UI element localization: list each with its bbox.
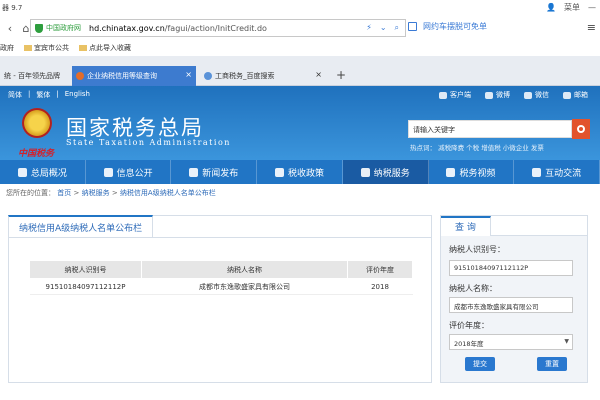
promo-link[interactable]: 网约车摆脱可免单 [408, 21, 487, 32]
breadcrumb: 您所在的位置： 首页 > 纳税服务 > 纳税信用A级纳税人名单公布栏 [6, 189, 216, 197]
nav-item-video[interactable]: 税务视频 [429, 160, 515, 184]
new-tab-button[interactable]: + [336, 68, 346, 82]
favicon-icon [76, 72, 84, 80]
news-icon [189, 167, 199, 177]
dropdown-icon[interactable]: ⌄ [380, 23, 387, 33]
close-tab-icon[interactable]: × [315, 70, 322, 79]
crumb-home[interactable]: 首页 [57, 189, 71, 197]
user-icon[interactable]: 👤 [546, 3, 556, 12]
weibo-link[interactable]: 微博 [485, 90, 510, 100]
link-simplified[interactable]: 简体 [8, 90, 22, 100]
close-tab-icon[interactable]: × [185, 70, 192, 79]
id-input[interactable]: 91510184097112112P [449, 260, 573, 276]
site-search-button[interactable] [572, 119, 590, 139]
browser-tab[interactable]: 工商税务_百度搜索 × [200, 66, 326, 86]
url-text[interactable]: hd.chinatax.gov.cn/fagui/action/InitCred… [89, 24, 267, 33]
client-link[interactable]: 客户端 [439, 90, 471, 100]
shield-icon [35, 23, 43, 33]
wechat-icon [524, 91, 532, 99]
col-header: 纳税人名称 [141, 260, 348, 279]
minimize-icon[interactable]: — [588, 3, 596, 12]
interact-icon [532, 167, 542, 177]
bookmark-item[interactable]: 政府 [0, 43, 14, 53]
col-header: 纳税人识别号 [29, 260, 142, 279]
submit-button[interactable]: 提交 [465, 357, 495, 371]
folder-icon [79, 45, 87, 51]
crumb-current[interactable]: 纳税信用A级纳税人名单公布栏 [120, 189, 216, 197]
phone-icon [439, 91, 447, 99]
bookmarks-bar: 政府 宜宾市公共 点此导入收藏 [0, 40, 600, 56]
tab-query[interactable]: 查 询 [441, 216, 491, 236]
search-icon[interactable]: ⌕ [395, 23, 399, 33]
person-icon [360, 167, 370, 177]
chat-icon [103, 167, 113, 177]
promo-icon [408, 22, 417, 31]
dropdown-arrow-icon: ▼ [564, 338, 569, 345]
name-input[interactable]: 成都市东逸歌盛家具有限公司 [449, 297, 573, 313]
lightning-icon[interactable]: ⚡ [366, 23, 372, 33]
results-panel: 纳税信用A级纳税人名单公布栏 纳税人识别号 纳税人名称 评价年度 9151018… [8, 215, 432, 383]
video-icon [446, 167, 456, 177]
name-label: 纳税人名称： [449, 284, 497, 293]
back-icon[interactable]: ‹ [4, 22, 16, 35]
browser-menu-icon[interactable]: ≡ [587, 21, 596, 34]
hot-words[interactable]: 热点词： 减税降费 个税 增值税 小微企业 发票 [410, 142, 544, 152]
browser-tab-active[interactable]: 企业纳税信用等级查询 × [72, 66, 196, 86]
address-bar-row: ‹ ⌂ 中国政府网 hd.chinatax.gov.cn/fagui/actio… [0, 16, 600, 40]
mail-link[interactable]: 邮箱 [563, 90, 588, 100]
link-english[interactable]: English [65, 90, 90, 100]
search-icon [577, 125, 585, 133]
site-search-input[interactable]: 请输入关键字 [408, 120, 572, 138]
reset-button[interactable]: 重置 [537, 357, 567, 371]
site-header: 简体 | 繁体 | English 客户端 微博 微信 邮箱 中国税务 国家税务总局… [0, 86, 600, 160]
menu-label[interactable]: 菜单 [564, 2, 580, 13]
id-label: 纳税人识别号： [449, 245, 505, 254]
browser-tab[interactable]: 统 - 百年领先品牌 [0, 66, 66, 86]
nav-item-overview[interactable]: 总局概况 [0, 160, 86, 184]
bookmark-item[interactable]: 宜宾市公共 [24, 43, 69, 53]
main-nav: 总局概况 信息公开 新闻发布 税收政策 纳税服务 税务视频 互动交流 [0, 160, 600, 184]
col-header: 评价年度 [347, 260, 413, 279]
nav-item-policy[interactable]: 税收政策 [257, 160, 343, 184]
results-table: 纳税人识别号 纳税人名称 评价年度 91510184097112112P 成都市… [29, 260, 413, 295]
tab-strip: 统 - 百年领先品牌 企业纳税信用等级查询 × 工商税务_百度搜索 × + [0, 56, 600, 86]
panel-title: 纳税信用A级纳税人名单公布栏 [8, 215, 154, 237]
folder-icon [24, 45, 32, 51]
wechat-link[interactable]: 微信 [524, 90, 549, 100]
national-emblem-icon [22, 108, 52, 138]
promo-text: 网约车摆脱可免单 [423, 22, 487, 31]
link-traditional[interactable]: 繁体 [36, 90, 50, 100]
year-select[interactable]: 2018年度 ▼ [449, 334, 573, 350]
browser-title: 器 9.7 [2, 4, 23, 12]
site-name-en: State Taxation Administration [66, 138, 231, 147]
address-bar[interactable]: 中国政府网 hd.chinatax.gov.cn/fagui/action/In… [30, 19, 406, 37]
menu-icon [17, 167, 27, 177]
calligraphy-logo: 中国税务 [18, 149, 55, 159]
nav-item-news[interactable]: 新闻发布 [171, 160, 258, 184]
weibo-icon [485, 91, 493, 99]
mail-icon [563, 91, 571, 99]
year-label: 评价年度： [449, 321, 489, 330]
query-panel: 查 询 纳税人识别号： 91510184097112112P 纳税人名称： 成都… [440, 215, 588, 383]
table-row: 91510184097112112P 成都市东逸歌盛家具有限公司 2018 [29, 278, 413, 295]
nav-item-service[interactable]: 纳税服务 [342, 160, 429, 184]
bookmark-item[interactable]: 点此导入收藏 [79, 43, 131, 53]
crumb-service[interactable]: 纳税服务 [82, 189, 110, 197]
browser-titlebar: 器 9.7 👤 菜单 — [0, 0, 600, 16]
nav-item-interact[interactable]: 互动交流 [514, 160, 600, 184]
document-icon [275, 167, 284, 177]
favicon-icon [204, 72, 212, 80]
site-badge: 中国政府网 [46, 24, 81, 32]
nav-item-info[interactable]: 信息公开 [86, 160, 172, 184]
